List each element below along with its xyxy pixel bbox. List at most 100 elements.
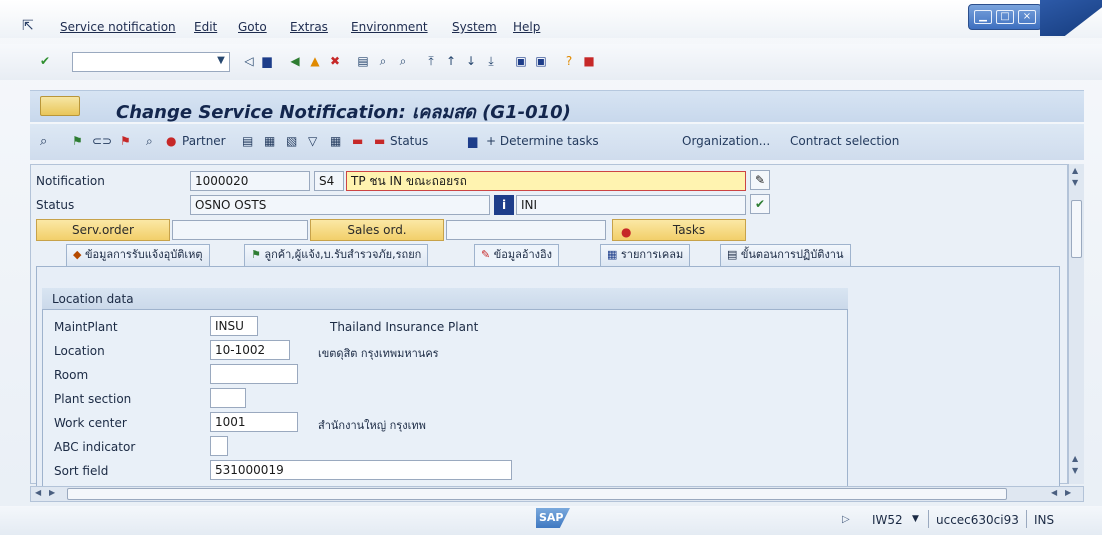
display-object-icon[interactable]: ⌕ — [40, 134, 47, 149]
scroll-down-lower-icon[interactable]: ▼ — [1072, 466, 1078, 475]
abc-indicator-label: ABC indicator — [54, 440, 136, 454]
sales-order-button[interactable]: Sales ord. — [310, 219, 444, 241]
truck-icon[interactable]: ▬ — [352, 134, 363, 148]
organization-button[interactable]: Organization... — [682, 134, 770, 148]
status-label: Status — [36, 198, 75, 212]
tab-workflow-icon: ▤ — [727, 248, 741, 261]
contract-selection-button[interactable]: Contract selection — [790, 134, 899, 148]
window-controls: ▁ □ × — [968, 4, 1042, 30]
screen-menu-icon[interactable] — [40, 96, 80, 116]
status-divider-2 — [1026, 510, 1027, 528]
new-session-icon[interactable]: ▣ — [512, 52, 530, 70]
vertical-scroll-thumb[interactable] — [1071, 200, 1082, 258]
layout-menu-icon[interactable]: ■ — [580, 52, 598, 70]
copy-icon[interactable]: ▦ — [330, 134, 341, 148]
tab-reference-data[interactable]: ✎ ข้อมูลอ้างอิง — [474, 244, 559, 266]
transaction-code[interactable]: IW52 — [872, 513, 903, 527]
tab-claim-items[interactable]: ▦ รายการเคลม — [600, 244, 691, 266]
tab-customer-partners[interactable]: ⚑ ลูกค้า,ผู้แจ้ง,บ.รับสำรวจภัย,รถยก — [244, 244, 429, 266]
help-icon[interactable]: ? — [560, 52, 578, 70]
maintplant-input[interactable]: INSU — [210, 316, 258, 336]
save-icon[interactable]: ▆ — [258, 52, 276, 70]
tasks-button[interactable]: ● Tasks — [612, 219, 746, 241]
maintplant-description: Thailand Insurance Plant — [330, 320, 479, 334]
status-info-icon[interactable]: i — [494, 195, 514, 215]
enter-icon[interactable]: ✔ — [36, 52, 54, 70]
menu-system[interactable]: System — [452, 20, 497, 34]
description-input[interactable]: TP ชน IN ขณะถอยรถ — [346, 171, 746, 191]
sales-order-field — [446, 220, 606, 240]
menu-service-notification[interactable]: Service notification — [60, 20, 176, 34]
location-description: เขตดุสิต กรุงเทพมหานคร — [318, 347, 439, 360]
scroll-left-right-icon[interactable]: ◀ — [1051, 488, 1057, 497]
set-status-icon[interactable]: ✔ — [750, 194, 770, 214]
filter-icon[interactable]: ▽ — [308, 134, 317, 148]
work-center-input[interactable]: 1001 — [210, 412, 298, 432]
menu-edit[interactable]: Edit — [194, 20, 217, 34]
tab-reference-icon: ✎ — [481, 248, 494, 261]
next-page-icon[interactable]: ↓ — [462, 52, 480, 70]
tab-accident-report[interactable]: ◆ ข้อมูลการรับแจ้งอุบัติเหตุ — [66, 244, 210, 266]
room-input[interactable] — [210, 364, 298, 384]
determine-tasks-icon[interactable]: ▆ — [468, 134, 477, 148]
scroll-down-icon[interactable]: ▼ — [1072, 178, 1078, 187]
serv-order-button[interactable]: Serv.order — [36, 219, 170, 241]
command-dropdown-icon[interactable]: ▼ — [212, 52, 230, 70]
plant-section-label: Plant section — [54, 392, 132, 406]
status-divider — [928, 510, 929, 528]
first-page-icon[interactable]: ⤒ — [422, 52, 440, 70]
cancel-icon[interactable]: ✖ — [326, 52, 344, 70]
plant-section-input[interactable] — [210, 388, 246, 408]
back-icon[interactable]: ◀ — [286, 52, 304, 70]
scroll-right-right-icon[interactable]: ▶ — [1065, 488, 1071, 497]
determine-tasks-button[interactable]: + Determine tasks — [486, 134, 599, 148]
scroll-left-icon[interactable]: ◀ — [35, 488, 41, 497]
find-icon[interactable]: ⌕ — [374, 52, 392, 70]
partner-button[interactable]: Partner — [182, 134, 226, 148]
binoculars-icon[interactable]: ⌕ — [146, 134, 153, 149]
horizontal-scrollbar[interactable]: ◀ ▶ ◀ ▶ — [30, 486, 1084, 502]
sort-field-input[interactable]: 531000019 — [210, 460, 512, 480]
status-button[interactable]: Status — [390, 134, 428, 148]
status-expand-icon[interactable]: ▷ — [842, 514, 850, 525]
flag-red-icon[interactable]: ⚑ — [120, 134, 131, 148]
action-icon[interactable]: ▧ — [286, 134, 297, 148]
transaction-dropdown-icon[interactable]: ▼ — [912, 514, 919, 524]
menu-help[interactable]: Help — [513, 20, 540, 34]
maximize-button[interactable]: □ — [996, 10, 1014, 24]
horizontal-scroll-thumb[interactable] — [67, 488, 1007, 500]
status-icon[interactable]: ▬ — [374, 134, 385, 148]
attach-icon[interactable]: ▦ — [264, 134, 275, 148]
print-icon[interactable]: ▤ — [354, 52, 372, 70]
location-input[interactable]: 10-1002 — [210, 340, 290, 360]
insert-mode[interactable]: INS — [1034, 513, 1054, 527]
command-field[interactable] — [72, 52, 230, 72]
vertical-scrollbar[interactable]: ▲ ▼ ▲ ▼ — [1068, 164, 1084, 484]
menu-extras[interactable]: Extras — [290, 20, 328, 34]
document-icon[interactable]: ▤ — [242, 134, 253, 148]
menu-goto[interactable]: Goto — [238, 20, 267, 34]
tasks-label: Tasks — [672, 223, 706, 237]
close-button[interactable]: × — [1018, 10, 1036, 24]
last-page-icon[interactable]: ⤓ — [482, 52, 500, 70]
find-next-icon[interactable]: ⌕ — [394, 52, 412, 70]
scroll-up-lower-icon[interactable]: ▲ — [1072, 454, 1078, 463]
shortcut-icon[interactable]: ▣ — [532, 52, 550, 70]
previous-page-icon[interactable]: ↑ — [442, 52, 460, 70]
partner-icon[interactable]: ● — [166, 134, 176, 148]
scroll-up-icon[interactable]: ▲ — [1072, 166, 1078, 175]
abc-indicator-input[interactable] — [210, 436, 228, 456]
tab-workflow-steps[interactable]: ▤ ขั้นตอนการปฏิบัติงาน — [720, 244, 851, 266]
long-text-icon[interactable]: ✎ — [750, 170, 770, 190]
menu-environment[interactable]: Environment — [351, 20, 428, 34]
flag-green-icon[interactable]: ⚑ — [72, 134, 83, 148]
tab-accident-icon: ◆ — [73, 248, 85, 261]
flag-link-icon[interactable]: ⊂⊃ — [92, 134, 112, 148]
history-back-icon[interactable]: ◁ — [240, 52, 258, 70]
minimize-button[interactable]: ▁ — [974, 10, 992, 24]
scroll-right-icon[interactable]: ▶ — [49, 488, 55, 497]
tab-claim-icon: ▦ — [607, 248, 621, 261]
tab-customer-icon: ⚑ — [251, 248, 265, 261]
exit-icon[interactable]: ▲ — [306, 52, 324, 70]
menu-exit-icon[interactable]: ⇱ — [22, 18, 34, 34]
